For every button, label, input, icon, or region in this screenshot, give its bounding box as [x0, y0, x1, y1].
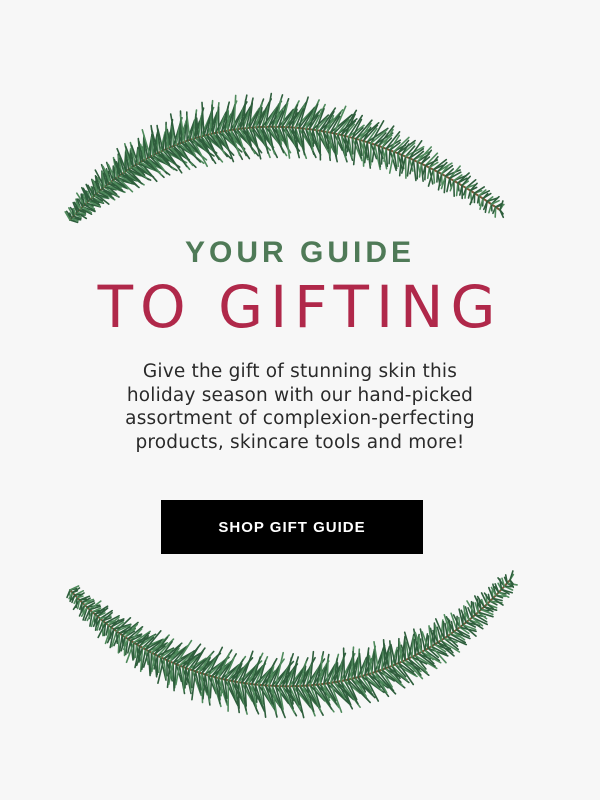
needle — [418, 162, 423, 178]
kicker-heading: YOUR GUIDE — [184, 236, 416, 269]
evergreen-garland-bottom-icon — [66, 570, 518, 719]
intro-paragraph: Give the gift of stunning skin this holi… — [80, 360, 520, 454]
needle — [412, 159, 417, 182]
needle — [226, 110, 230, 132]
shop-gift-guide-button[interactable]: SHOP GIFT GUIDE — [161, 500, 423, 554]
evergreen-garland-top-icon — [64, 92, 505, 224]
needle — [220, 677, 223, 697]
intro-line: assortment of complexion-perfecting — [125, 408, 475, 429]
needle — [134, 643, 138, 659]
needle — [318, 129, 322, 161]
needle — [380, 146, 384, 165]
needle — [237, 681, 240, 710]
needle — [383, 147, 388, 162]
gift-guide-banner: YOUR GUIDE TO GIFTING Give the gift of s… — [0, 0, 600, 800]
needle — [342, 647, 346, 682]
needle — [194, 113, 197, 139]
needle — [494, 206, 497, 218]
needle — [346, 136, 350, 153]
needle — [147, 650, 151, 677]
needle — [406, 157, 411, 177]
needle — [455, 182, 459, 197]
intro-line: products, skincare tools and more! — [135, 431, 465, 453]
needle — [184, 667, 187, 689]
needle — [336, 133, 339, 155]
needle — [311, 128, 315, 147]
page-title: TO GIFTING — [97, 273, 503, 341]
needle — [432, 168, 436, 184]
needle — [211, 104, 214, 135]
intro-line: Give the gift of stunning skin this — [142, 361, 458, 382]
needle — [436, 170, 439, 183]
needle — [457, 616, 461, 628]
needle — [413, 638, 416, 657]
intro-line: holiday season with our hand-picked — [126, 384, 474, 406]
needle — [476, 195, 480, 204]
needle — [442, 620, 445, 640]
